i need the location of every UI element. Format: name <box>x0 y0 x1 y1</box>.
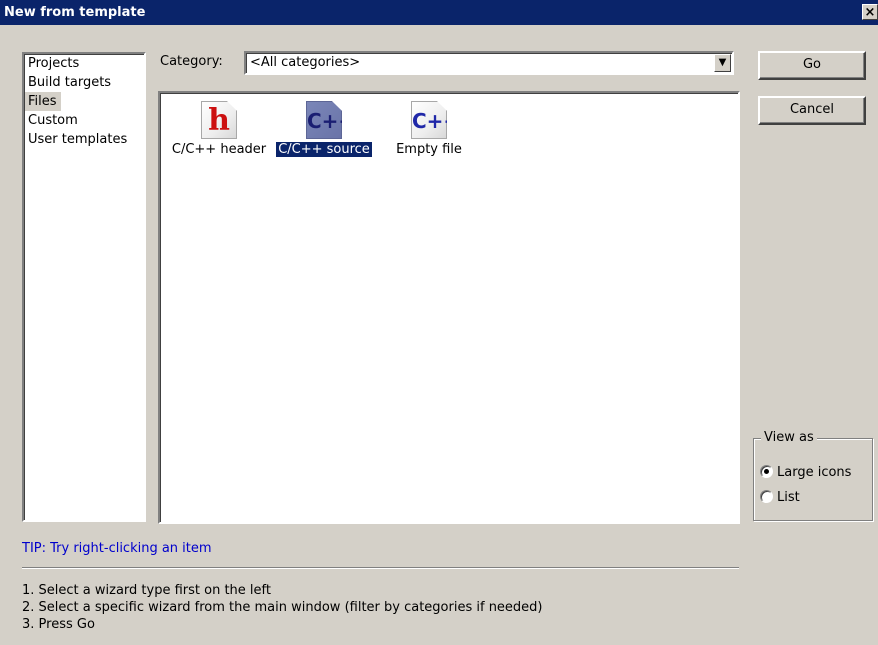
close-button[interactable]: × <box>862 4 878 20</box>
wizard-type-list[interactable]: Projects Build targets Files Custom User… <box>22 52 146 522</box>
view-as-large-icons-option[interactable]: Large icons <box>760 463 851 483</box>
list-label: List <box>777 490 800 505</box>
template-label: C/C++ source <box>276 142 372 157</box>
wizard-type-user-templates[interactable]: User templates <box>25 130 144 149</box>
go-button[interactable]: Go <box>758 51 866 80</box>
window-title: New from template <box>4 5 146 20</box>
radio-checked-icon[interactable] <box>760 465 773 478</box>
tip-text: TIP: Try right-clicking an item <box>22 541 212 556</box>
instruction-line: 3. Press Go <box>22 617 95 632</box>
cancel-button[interactable]: Cancel <box>758 96 866 125</box>
template-label: C/C++ header <box>171 142 267 157</box>
template-item-cpp-source[interactable]: C++ C/C++ source <box>269 101 379 157</box>
title-bar: New from template <box>0 0 878 25</box>
template-item-empty-file[interactable]: C++ Empty file <box>374 101 484 157</box>
instruction-line: 2. Select a specific wizard from the mai… <box>22 600 543 615</box>
close-icon: × <box>864 5 876 20</box>
view-as-list-option[interactable]: List <box>760 488 800 508</box>
instructions: 1. Select a wizard type first on the lef… <box>22 582 543 633</box>
view-as-title: View as <box>761 430 817 445</box>
template-list[interactable]: h C/C++ header C++ C/C++ source C++ Empt… <box>158 91 740 524</box>
chevron-down-icon[interactable]: ▼ <box>714 54 731 72</box>
wizard-type-custom[interactable]: Custom <box>25 111 144 130</box>
separator <box>22 567 739 569</box>
wizard-type-files[interactable]: Files <box>25 92 61 111</box>
template-label: Empty file <box>396 142 462 157</box>
wizard-type-build-targets[interactable]: Build targets <box>25 73 144 92</box>
category-select-value: <All categories> <box>250 55 361 70</box>
c-header-file-icon: h <box>201 101 237 139</box>
template-item-cpp-header[interactable]: h C/C++ header <box>164 101 274 157</box>
cpp-source-file-icon: C++ <box>306 101 342 139</box>
instruction-line: 1. Select a wizard type first on the lef… <box>22 583 271 598</box>
new-from-template-dialog: New from template × Projects Build targe… <box>0 0 878 645</box>
large-icons-label: Large icons <box>777 465 852 480</box>
radio-unchecked-icon[interactable] <box>760 490 773 503</box>
wizard-type-projects[interactable]: Projects <box>25 54 144 73</box>
category-select[interactable]: <All categories> ▼ <box>244 51 734 75</box>
category-label: Category: <box>160 54 223 69</box>
empty-file-icon: C++ <box>411 101 447 139</box>
